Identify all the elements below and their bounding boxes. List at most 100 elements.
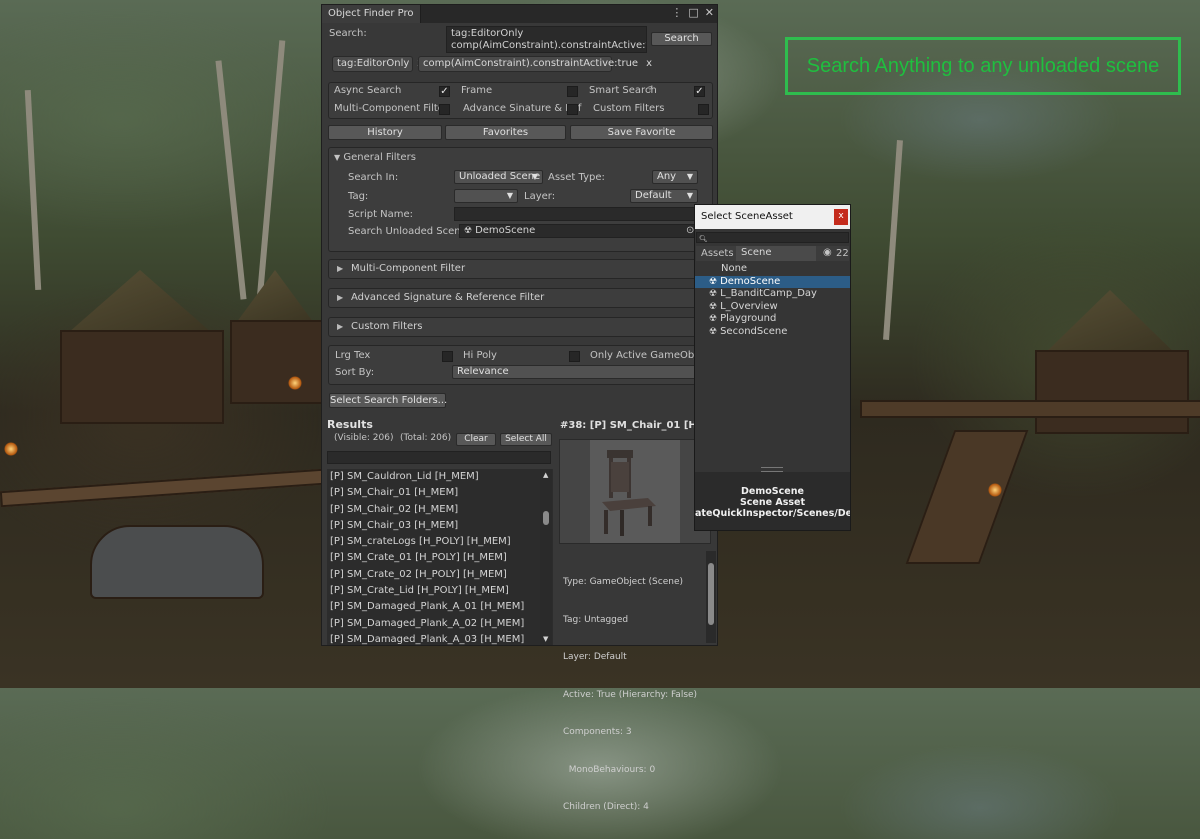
foldout-title: Custom Filters (351, 321, 423, 332)
search-button[interactable]: Search (651, 32, 712, 46)
search-in-dropdown[interactable]: Unloaded Scene ▼ (454, 170, 543, 184)
scrollbar-thumb[interactable] (543, 511, 549, 525)
result-item[interactable]: [P] SM_Chair_03 [H_MEM] (327, 518, 553, 534)
asset-info-panel: DemoScene Scene Asset ateQuickInspector/… (695, 472, 850, 530)
advanced-signature-foldout[interactable]: ▶ Advanced Signature & Reference Filter (328, 288, 713, 308)
detail-scrollbar[interactable] (706, 551, 716, 643)
result-item[interactable]: [P] SM_Damaged_Plank_A_03 [H_MEM] (327, 632, 553, 645)
chip-close-icon[interactable]: x (646, 58, 652, 69)
birch-tree (24, 89, 42, 291)
history-button[interactable]: History (328, 125, 442, 140)
tag-dropdown[interactable]: ▼ (454, 189, 518, 203)
tab-assets[interactable]: Assets (701, 248, 734, 259)
result-item[interactable]: [P] SM_Crate_Lid [H_POLY] [H_MEM] (327, 583, 553, 599)
foldout-title: Advanced Signature & Reference Filter (351, 292, 545, 303)
window-controls: ⋮ □ ✕ (671, 6, 714, 19)
asset-count: 22 (836, 248, 849, 259)
popup-title: Select SceneAsset (701, 211, 793, 222)
results-title: Results (327, 418, 373, 431)
multi-component-foldout[interactable]: ▶ Multi-Component Filter (328, 259, 713, 279)
search-chip[interactable]: comp(AimConstraint).constraintActive:tru… (418, 56, 652, 72)
results-total-count: (Total: 206) (400, 433, 452, 443)
option-label: Custom Filters (593, 103, 665, 114)
layer-dropdown[interactable]: Default ▼ (630, 189, 698, 203)
scene-list-item[interactable]: ☢ L_Overview (695, 301, 850, 314)
scroll-up-icon[interactable]: ▲ (543, 471, 548, 479)
help-icon[interactable]: ? (648, 85, 652, 94)
clear-button[interactable]: Clear (456, 433, 496, 446)
unloaded-scene-label: Search Unloaded Scene: (348, 226, 471, 237)
asset-info-name: DemoScene (741, 486, 804, 497)
tab-scene[interactable]: Scene (736, 246, 816, 261)
async-search-checkbox[interactable]: ✓ (439, 86, 450, 97)
close-icon[interactable]: x (834, 209, 848, 225)
results-filter-input[interactable] (327, 451, 551, 464)
hut (230, 320, 324, 404)
detail-line: Children (Direct): 4 (563, 802, 649, 812)
unloaded-scene-field[interactable]: ☢ DemoScene (459, 224, 697, 238)
scene-name: L_Overview (720, 300, 778, 312)
close-icon[interactable]: ✕ (705, 6, 714, 19)
scene-list-item[interactable]: ☢ L_BanditCamp_Day (695, 288, 850, 301)
scene-list-item[interactable]: ☢ SecondScene (695, 326, 850, 339)
search-input[interactable]: tag:EditorOnly comp(AimConstraint).const… (446, 26, 647, 53)
unity-scene-icon: ☢ (464, 226, 473, 236)
result-item[interactable]: [P] SM_Crate_02 [H_POLY] [H_MEM] (327, 567, 553, 583)
lrg-tex-label: Lrg Tex (335, 350, 371, 361)
sort-by-dropdown[interactable]: Relevance (452, 365, 698, 379)
asset-type-dropdown[interactable]: Any ▼ (652, 170, 698, 184)
birch-tree (883, 140, 903, 340)
foldout-title: Multi-Component Filter (351, 263, 466, 274)
detail-line: MonoBehaviours: 0 (563, 764, 656, 775)
sort-by-label: Sort By: (335, 367, 375, 378)
hut-roof (231, 270, 319, 330)
hi-poly-checkbox[interactable] (569, 351, 580, 362)
more-options-icon[interactable]: ⋮ (671, 6, 682, 19)
lrg-tex-checkbox[interactable] (442, 351, 453, 362)
smart-search-checkbox[interactable]: ✓ (694, 86, 705, 97)
custom-filters-checkbox[interactable] (698, 104, 709, 115)
asset-type-label: Asset Type: (548, 172, 605, 183)
scene-list-item[interactable]: ☢ DemoScene (695, 275, 850, 288)
unity-scene-icon: ☢ (709, 326, 718, 337)
select-all-button[interactable]: Select All (500, 433, 552, 446)
result-item[interactable]: [P] SM_crateLogs [H_POLY] [H_MEM] (327, 534, 553, 550)
advanced-signature-checkbox[interactable] (567, 104, 578, 115)
result-item[interactable]: [P] SM_Crate_01 [H_POLY] [H_MEM] (327, 550, 553, 566)
select-search-folders-button[interactable]: Select Search Folders... (329, 393, 447, 408)
result-item[interactable]: [P] SM_Chair_01 [H_MEM] (327, 485, 553, 501)
frame-checkbox[interactable] (567, 86, 578, 97)
torch-light (288, 376, 302, 390)
scene-list-item[interactable]: ☢ Playground (695, 313, 850, 326)
script-name-input[interactable] (454, 207, 698, 221)
maximize-icon[interactable]: □ (688, 6, 698, 19)
scroll-down-icon[interactable]: ▼ (543, 635, 548, 643)
multi-component-checkbox[interactable] (439, 104, 450, 115)
popup-search-input[interactable]: 🔍︎ (696, 232, 849, 243)
scene-list-item[interactable]: None (695, 263, 850, 276)
option-label: Smart Search (589, 85, 657, 96)
chip-label: tag:EditorOnly (337, 58, 410, 69)
custom-filters-foldout[interactable]: ▶ Custom Filters (328, 317, 713, 337)
wooden-stairs (905, 430, 1029, 564)
result-item[interactable]: [P] SM_Chair_02 [H_MEM] (327, 502, 553, 518)
save-favorite-button[interactable]: Save Favorite (570, 125, 713, 140)
window-tab[interactable]: Object Finder Pro (322, 5, 421, 23)
result-item[interactable]: [P] SM_Cauldron_Lid [H_MEM] (327, 469, 553, 485)
unity-scene-icon: ☢ (709, 276, 718, 287)
dropdown-value: Default (635, 190, 672, 201)
wooden-walkway (0, 468, 325, 508)
scene-name: Playground (720, 313, 777, 324)
search-chip[interactable]: tag:EditorOnlyx (332, 56, 423, 72)
collapsed-arrow-icon: ▶ (337, 293, 344, 302)
visibility-icon[interactable]: ◉ (823, 247, 832, 258)
result-item[interactable]: [P] SM_Damaged_Plank_A_02 [H_MEM] (327, 616, 553, 632)
scrollbar-thumb[interactable] (708, 563, 714, 625)
result-item[interactable]: [P] SM_Damaged_Plank_A_01 [H_MEM] (327, 599, 553, 615)
hut-roof (60, 270, 220, 340)
general-filters-foldout[interactable]: ▼ General Filters (334, 152, 416, 163)
foldout-title: General Filters (343, 152, 416, 163)
favorites-button[interactable]: Favorites (445, 125, 566, 140)
hut (60, 330, 224, 424)
results-scrollbar[interactable]: ▲ ▼ (540, 469, 552, 645)
